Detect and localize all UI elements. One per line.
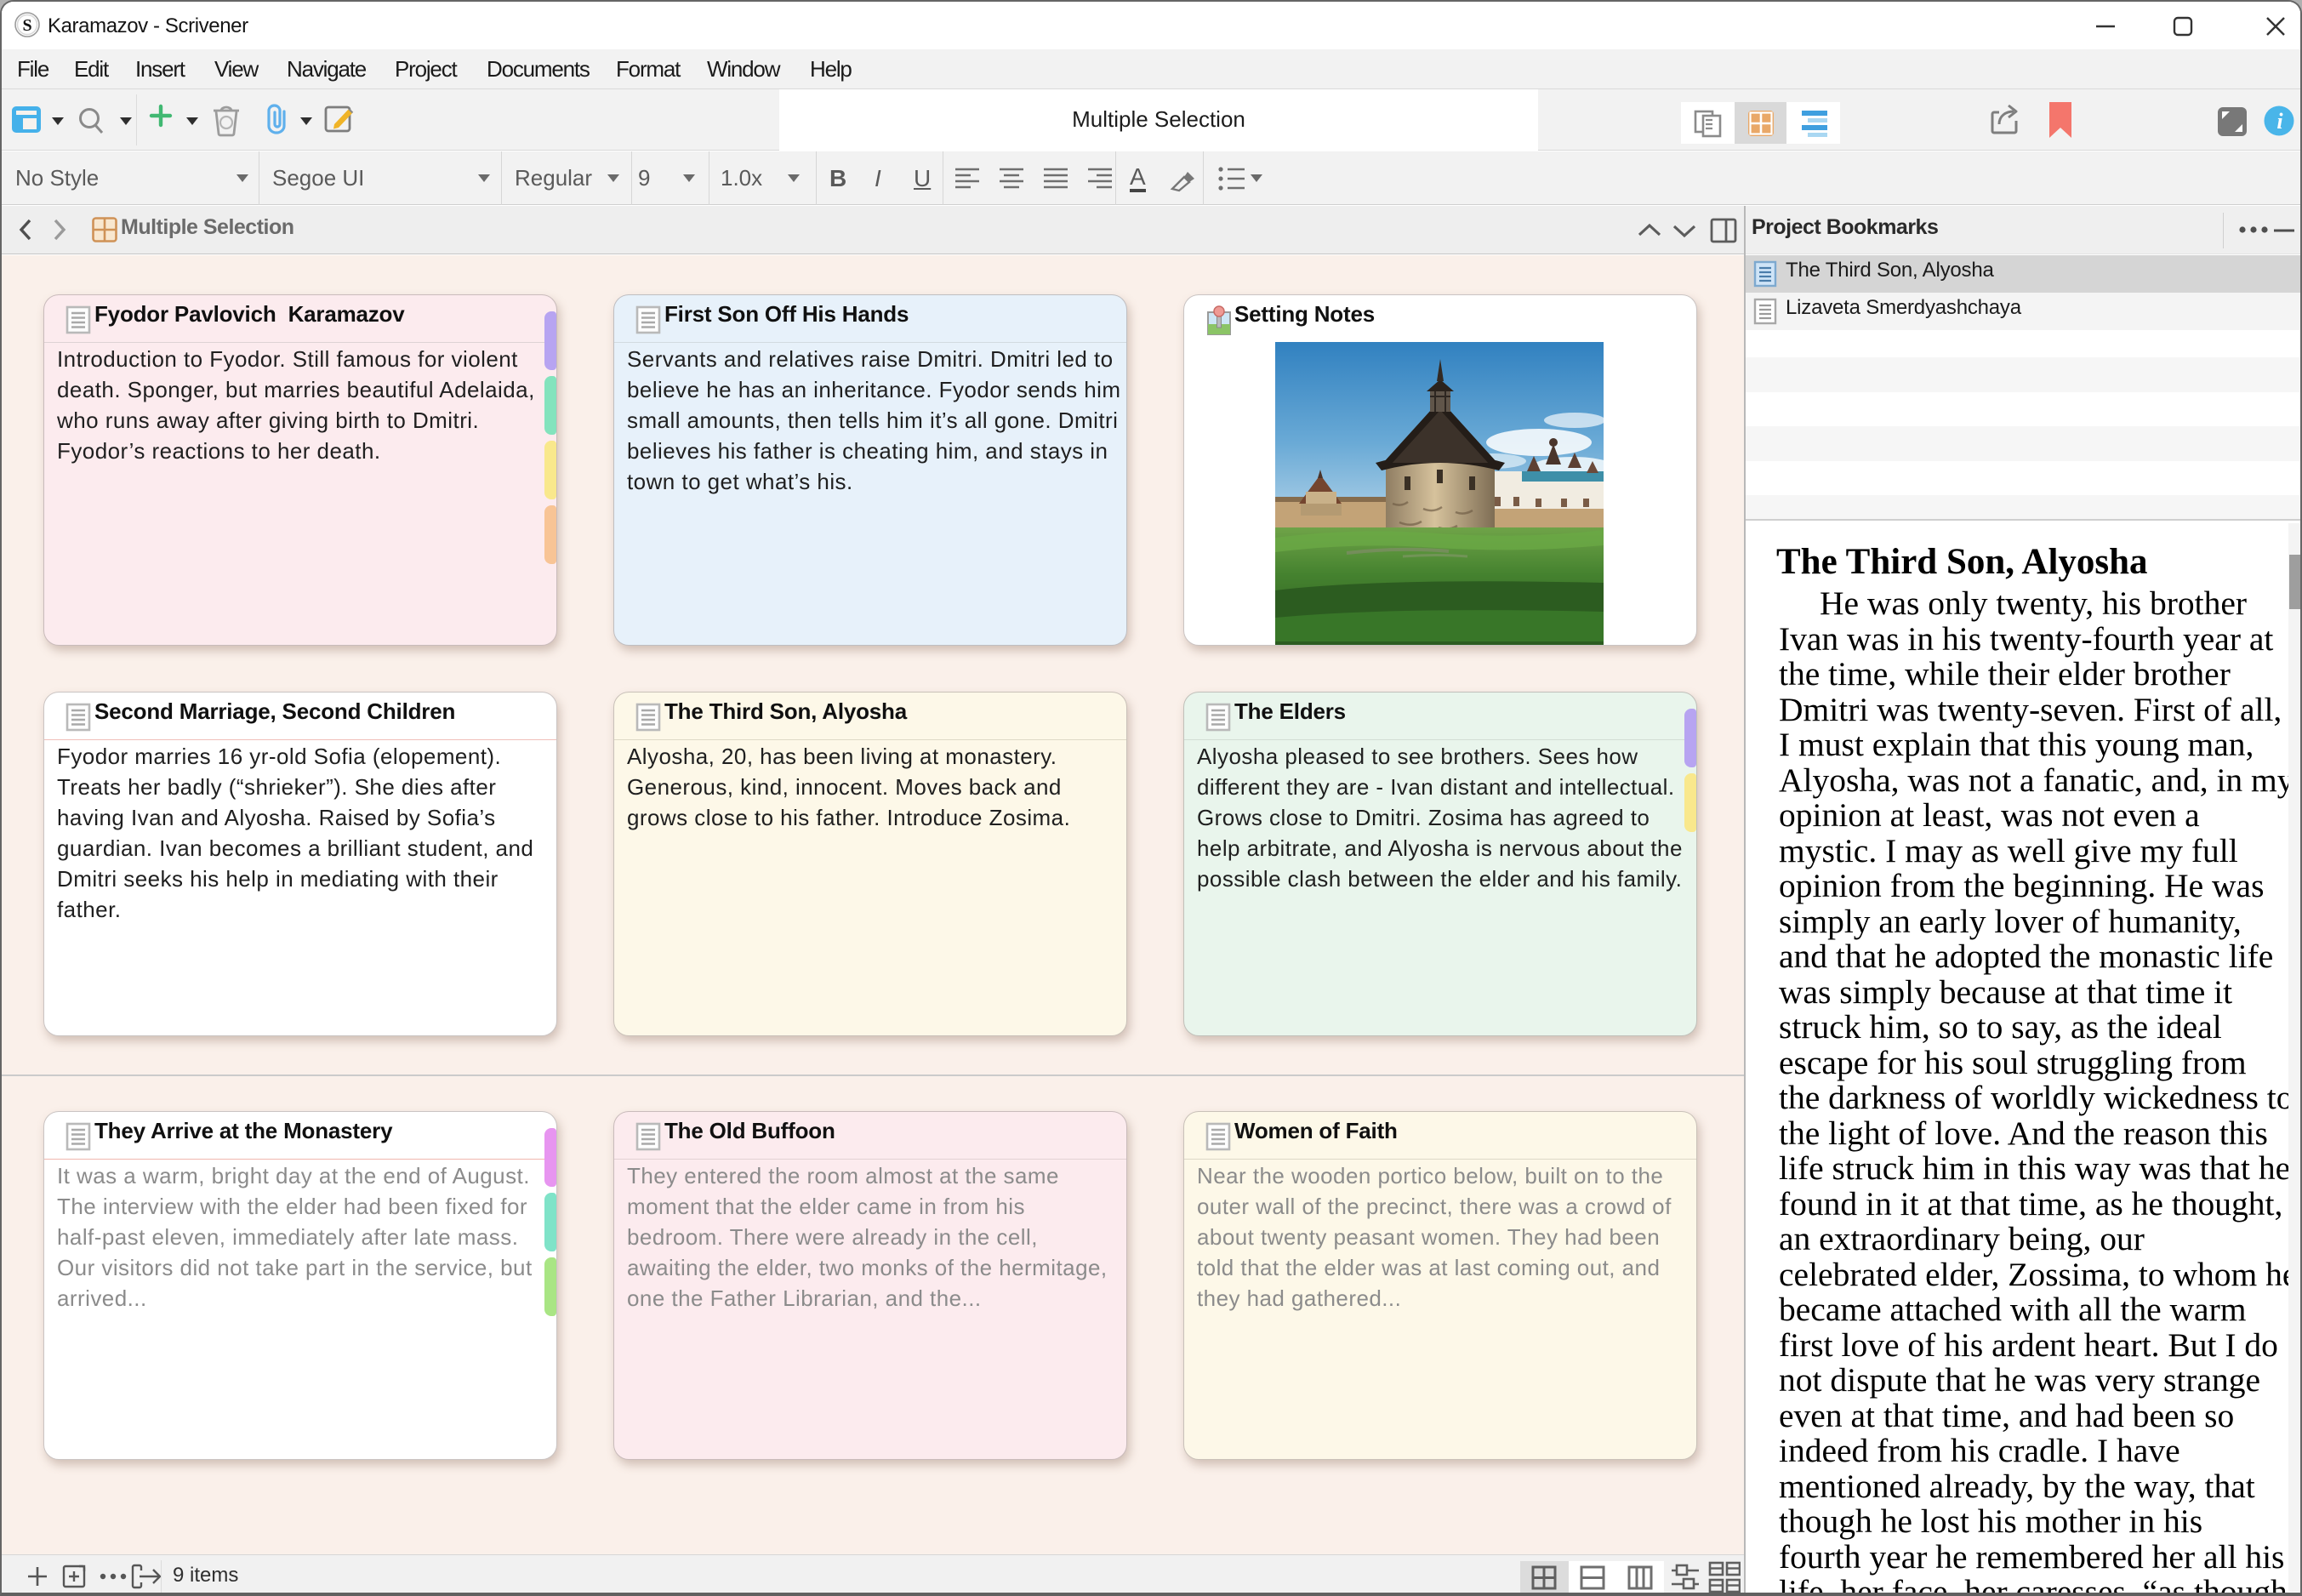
svg-text:i: i <box>2276 109 2283 134</box>
svg-text:S: S <box>22 16 31 35</box>
